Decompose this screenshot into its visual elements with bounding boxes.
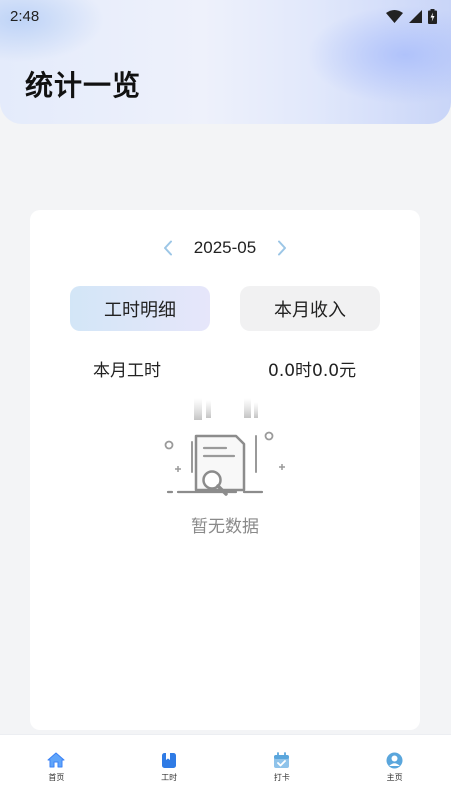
battery-icon	[428, 8, 437, 24]
nav-label-work-hours: 工时	[161, 773, 178, 782]
wifi-icon	[386, 9, 403, 23]
nav-item-home[interactable]: 首页	[0, 735, 113, 802]
chevron-right-icon	[278, 240, 287, 256]
nav-item-check-in[interactable]: 打卡	[226, 735, 339, 802]
nav-label-profile: 主页	[386, 773, 403, 782]
tab-monthly-income[interactable]: 本月收入	[240, 286, 380, 331]
month-navigator: 2025-05	[30, 234, 420, 262]
home-icon	[47, 751, 65, 769]
bottom-navigation: 首页 工时 打卡 主页	[0, 734, 451, 802]
status-bar: 2:48	[0, 0, 451, 32]
monthly-stats-row: 本月工时 0.0时0.0元	[30, 356, 420, 382]
nav-item-work-hours[interactable]: 工时	[113, 735, 226, 802]
empty-document-illustration	[164, 398, 285, 496]
empty-state-text: 暂无数据	[191, 517, 259, 537]
stats-card: 2025-05 工时明细 本月收入 本月工时 0.0时0.0元 暂无数据	[30, 210, 420, 730]
nav-item-profile[interactable]: 主页	[338, 735, 451, 802]
calendar-check-icon	[273, 751, 291, 769]
monthly-hours-label: 本月工时	[93, 361, 161, 381]
page-title: 统计一览	[25, 69, 142, 102]
header-banner: 2:48 统计一览	[0, 0, 451, 124]
prev-month-button[interactable]	[160, 238, 176, 258]
next-month-button[interactable]	[274, 238, 290, 258]
monthly-hours-value: 0.0时0.0元	[268, 361, 357, 381]
chevron-left-icon	[163, 240, 172, 256]
status-time: 2:48	[10, 7, 40, 25]
nav-label-check-in: 打卡	[273, 773, 290, 782]
current-month-label: 2025-05	[193, 238, 257, 257]
tab-work-hours-detail[interactable]: 工时明细	[70, 286, 210, 331]
signal-icon	[409, 9, 422, 23]
status-icons	[386, 8, 437, 24]
nav-label-home: 首页	[48, 773, 65, 782]
bookmark-icon	[160, 751, 178, 769]
user-icon	[386, 751, 404, 769]
